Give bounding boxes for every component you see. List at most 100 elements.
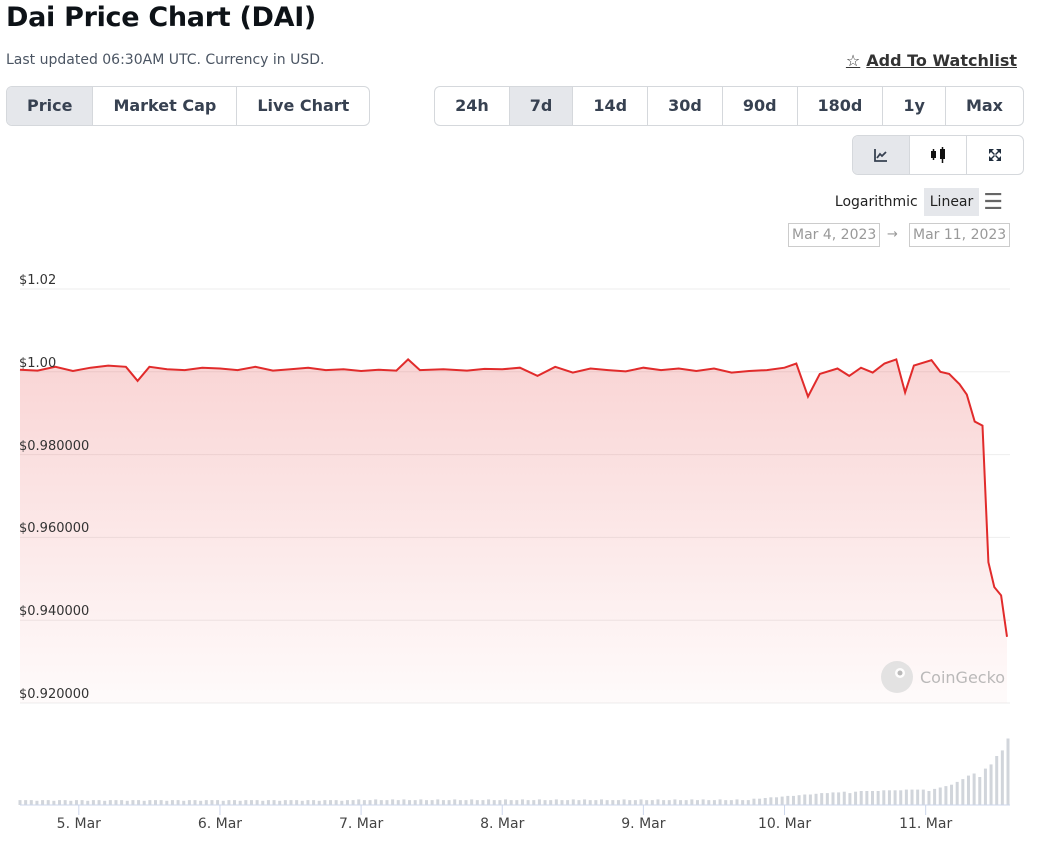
volume-bar — [408, 800, 412, 805]
volume-bar — [69, 800, 73, 805]
volume-bar — [679, 800, 683, 805]
volume-bar — [182, 800, 186, 805]
volume-bar — [165, 800, 169, 805]
volume-bar — [752, 798, 756, 805]
volume-bar — [238, 800, 242, 805]
volume-bar — [272, 800, 276, 805]
volume-bar — [944, 786, 948, 805]
volume-bar — [120, 800, 124, 805]
volume-bar — [430, 800, 434, 805]
volume-bar — [797, 795, 801, 805]
volume-bar — [741, 800, 745, 805]
volume-bar — [1000, 750, 1004, 805]
volume-bar — [221, 800, 225, 805]
volume-bar — [29, 800, 33, 805]
volume-bar — [18, 800, 22, 805]
volume-bar — [193, 800, 197, 805]
volume-bar — [379, 800, 383, 805]
volume-bar — [153, 800, 157, 805]
y-tick-label: $0.940000 — [19, 604, 90, 620]
volume-bar — [244, 800, 248, 805]
volume-bar — [871, 791, 875, 805]
volume-bar — [746, 800, 750, 805]
volume-bar — [1006, 738, 1010, 805]
volume-bar — [616, 800, 620, 805]
volume-bar — [622, 799, 626, 805]
volume-bar — [424, 800, 428, 805]
volume-bar — [735, 799, 739, 805]
volume-bar — [453, 799, 457, 805]
volume-bar — [170, 800, 174, 805]
volume-bar — [108, 800, 112, 805]
volume-bar — [249, 800, 253, 805]
y-tick-label: $0.960000 — [19, 521, 90, 537]
volume-bar — [775, 797, 779, 805]
volume-bar — [487, 799, 491, 805]
y-tick-label: $0.980000 — [19, 438, 90, 454]
y-tick-label: $0.920000 — [19, 687, 90, 702]
volume-bar — [989, 764, 993, 805]
volume-bar — [419, 799, 423, 805]
volume-bar — [605, 800, 609, 805]
volume-bar — [289, 800, 293, 805]
volume-bar — [684, 800, 688, 805]
volume-bar — [137, 800, 141, 805]
volume-bar — [921, 789, 925, 805]
volume-bar — [63, 800, 67, 805]
x-tick-label: 9. Mar — [621, 816, 666, 832]
volume-bar — [266, 800, 270, 805]
price-chart[interactable] — [0, 0, 1044, 842]
volume-bar — [216, 800, 220, 805]
volume-bar — [317, 800, 321, 805]
volume-bar — [481, 800, 485, 805]
volume-bar — [639, 799, 643, 805]
volume-bar — [628, 800, 632, 805]
volume-bar — [837, 792, 841, 805]
volume-bar — [966, 775, 970, 805]
volume-bar — [447, 800, 451, 805]
volume-bar — [899, 790, 903, 805]
volume-bar — [334, 800, 338, 805]
volume-bar — [91, 800, 95, 805]
coingecko-logo-icon — [881, 661, 913, 693]
volume-bar — [504, 799, 508, 805]
volume-bar — [893, 790, 897, 805]
volume-bar — [413, 800, 417, 805]
volume-bar — [86, 800, 90, 805]
volume-bar — [718, 799, 722, 805]
volume-bar — [374, 799, 378, 805]
volume-bar — [769, 797, 773, 805]
volume-bar — [916, 789, 920, 805]
volume-bar — [758, 798, 762, 805]
volume-bar — [825, 793, 829, 805]
volume-bar — [35, 800, 39, 805]
volume-bar — [583, 799, 587, 805]
volume-bar — [58, 800, 62, 805]
volume-bar — [41, 800, 45, 805]
volume-bar — [464, 800, 468, 805]
volume-bar — [526, 800, 530, 805]
volume-bar — [312, 800, 316, 805]
volume-bar — [204, 800, 208, 805]
volume-bar — [176, 800, 180, 805]
volume-bar — [470, 799, 474, 805]
volume-bar — [385, 800, 389, 805]
volume-bar — [391, 799, 395, 805]
volume-bar — [187, 800, 191, 805]
volume-bar — [402, 799, 406, 805]
volume-bar — [52, 800, 56, 805]
volume-bar — [396, 800, 400, 805]
volume-bar — [261, 800, 265, 805]
volume-bar — [600, 799, 604, 805]
volume-bar — [159, 800, 163, 805]
volume-bar — [876, 791, 880, 805]
volume-bar — [80, 800, 84, 805]
volume-bar — [227, 800, 231, 805]
volume-bar — [938, 787, 942, 805]
volume-bar — [645, 800, 649, 805]
volume-bar — [978, 777, 982, 805]
volume-bar — [283, 800, 287, 805]
volume-bar — [345, 800, 349, 805]
volume-bar — [255, 800, 259, 805]
volume-bar — [882, 790, 886, 805]
